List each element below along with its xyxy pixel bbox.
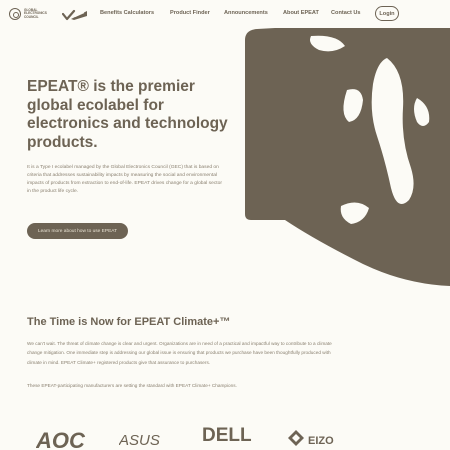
gec-logo[interactable]: GLOBAL ELECTRONICS COUNCIL (9, 8, 54, 20)
nav-contact-us[interactable]: Contact Us (331, 10, 361, 16)
dell-logo-icon[interactable]: DELL (202, 424, 258, 446)
climate-section-title: The Time is Now for EPEAT Climate+™ (27, 316, 231, 328)
nav-announcements[interactable]: Announcements (224, 10, 268, 16)
nav-about-epeat[interactable]: About EPEAT (283, 10, 319, 16)
hero-description: It is a Type I ecolabel managed by the G… (27, 165, 222, 194)
asus-logo-text: ASUS (119, 433, 160, 447)
dell-logo-text: DELL (202, 425, 252, 446)
eizo-logo-text: EIZO (308, 435, 334, 447)
learn-more-button[interactable]: Learn more about how to use EPEAT (27, 223, 128, 239)
climate-section-body: We can't wait. The threat of climate cha… (27, 341, 332, 365)
login-button[interactable]: Login (375, 6, 399, 21)
manufacturer-logos: AOC ASUS DELL EIZO (0, 420, 450, 450)
site-header: GLOBAL ELECTRONICS COUNCIL Benefits Calc… (0, 0, 450, 30)
hero-title: EPEAT® is the premier global ecolabel fo… (27, 78, 228, 151)
hero-globe-graphic (245, 28, 450, 286)
aoc-logo-icon[interactable]: AOC (36, 428, 94, 450)
epeat-logo-icon[interactable] (62, 8, 90, 22)
nav-product-finder[interactable]: Product Finder (170, 10, 210, 16)
gec-logo-mark-icon (9, 8, 21, 20)
eizo-logo-icon[interactable]: EIZO (288, 430, 338, 448)
climate-section-note: These EPEAT-participating manufacturers … (27, 383, 237, 388)
nav-benefits-calculators[interactable]: Benefits Calculators (100, 10, 154, 16)
gec-logo-text: GLOBAL ELECTRONICS COUNCIL (24, 8, 54, 20)
brand-line: COUNCIL (24, 14, 39, 19)
asus-logo-icon[interactable]: ASUS (119, 433, 175, 447)
aoc-logo-text: AOC (36, 428, 86, 450)
